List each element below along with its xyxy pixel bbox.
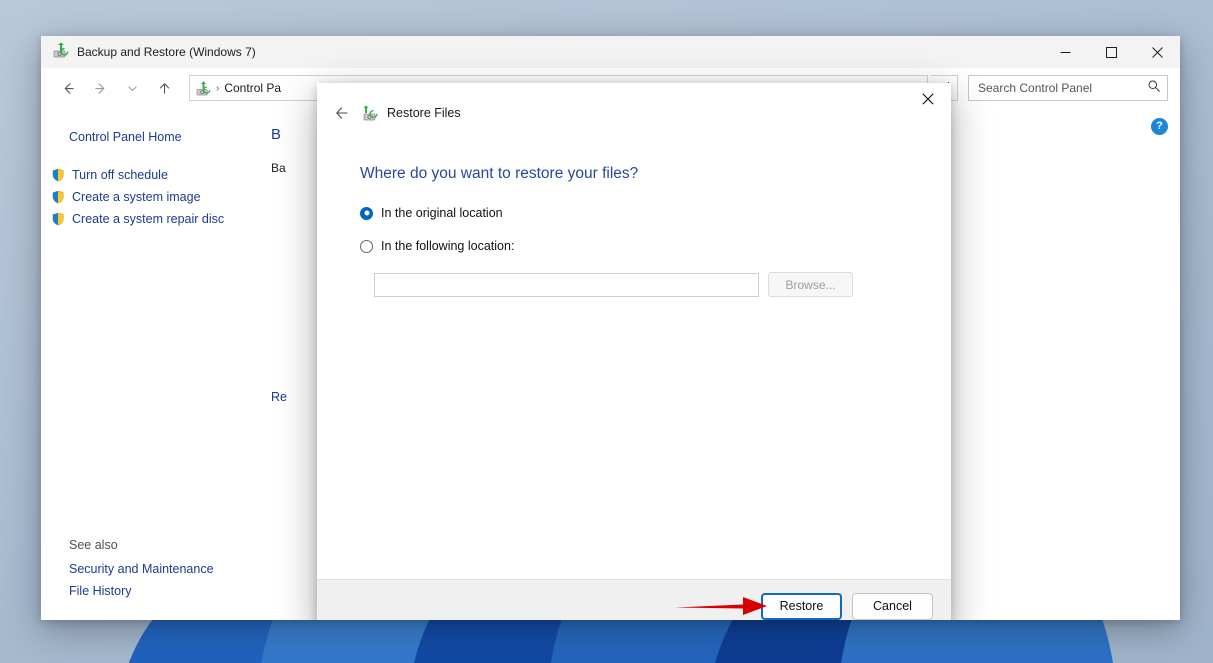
- restore-files-icon: [362, 105, 378, 121]
- restore-files-dialog: Restore Files Where do you want to resto…: [317, 83, 951, 620]
- sidebar-item-label: Create a system image: [72, 190, 201, 204]
- radio-option-following-location[interactable]: In the following location:: [360, 239, 917, 253]
- window-controls: [1042, 36, 1180, 68]
- dialog-close-icon[interactable]: [905, 83, 951, 115]
- minimize-button[interactable]: [1042, 36, 1088, 68]
- see-also-section: See also Security and Maintenance File H…: [41, 534, 269, 602]
- restore-section-label: Re: [271, 390, 287, 404]
- red-arrow-annotation-icon: [673, 593, 769, 619]
- sidebar-item-control-panel-home[interactable]: Control Panel Home: [41, 126, 269, 148]
- path-row: Browse...: [374, 272, 917, 297]
- close-button[interactable]: [1134, 36, 1180, 68]
- radio-option-original-location[interactable]: In the original location: [360, 206, 917, 220]
- sidebar-item-create-a-system-repair-disc[interactable]: Create a system repair disc: [41, 208, 269, 230]
- sidebar-item-label: Create a system repair disc: [72, 212, 224, 226]
- browse-button[interactable]: Browse...: [768, 272, 853, 297]
- radio-button-selected[interactable]: [360, 207, 373, 220]
- desktop-background: Backup and Restore (Windows 7): [0, 0, 1213, 663]
- radio-button-unselected[interactable]: [360, 240, 373, 253]
- sidebar-item-turn-off-schedule[interactable]: Turn off schedule: [41, 164, 269, 186]
- window-titlebar: Backup and Restore (Windows 7): [41, 36, 1180, 68]
- help-icon[interactable]: ?: [1151, 118, 1168, 135]
- sidebar-item-label: Turn off schedule: [72, 168, 168, 182]
- maximize-button[interactable]: [1088, 36, 1134, 68]
- dialog-back-button[interactable]: [331, 102, 353, 124]
- back-button[interactable]: [53, 73, 83, 103]
- dialog-content: Where do you want to restore your files?…: [317, 143, 951, 579]
- backup-restore-icon: [53, 42, 69, 63]
- radio-label: In the original location: [381, 206, 503, 220]
- breadcrumb-text[interactable]: Control Pa: [224, 81, 281, 95]
- search-input[interactable]: [978, 81, 1143, 95]
- titlebar-left-group: Backup and Restore (Windows 7): [41, 42, 256, 63]
- sidebar-item-security-and-maintenance[interactable]: Security and Maintenance: [41, 558, 269, 580]
- shield-icon: [51, 168, 65, 182]
- control-panel-window: Backup and Restore (Windows 7): [41, 36, 1180, 620]
- radio-label: In the following location:: [381, 239, 514, 253]
- recent-locations-chevron-down-icon[interactable]: [117, 73, 147, 103]
- dialog-footer: Restore Cancel: [317, 579, 951, 620]
- up-button[interactable]: [149, 73, 179, 103]
- sidebar-item-file-history[interactable]: File History: [41, 580, 269, 602]
- dialog-title: Restore Files: [387, 106, 461, 120]
- dialog-header: Restore Files: [317, 83, 951, 143]
- dialog-question: Where do you want to restore your files?: [360, 165, 917, 183]
- sidebar-item-create-a-system-image[interactable]: Create a system image: [41, 186, 269, 208]
- search-icon: [1147, 79, 1161, 98]
- window-title: Backup and Restore (Windows 7): [77, 45, 256, 59]
- breadcrumb-backup-restore-icon: [196, 81, 211, 96]
- cancel-button[interactable]: Cancel: [852, 593, 933, 620]
- see-also-heading: See also: [41, 534, 269, 558]
- restore-path-input[interactable]: [374, 273, 759, 297]
- forward-button[interactable]: [85, 73, 115, 103]
- search-box[interactable]: [968, 75, 1168, 101]
- shield-icon: [51, 212, 65, 226]
- sidebar: Control Panel Home Turn off schedule Cre…: [41, 108, 269, 620]
- breadcrumb-separator: ›: [216, 83, 219, 94]
- shield-icon: [51, 190, 65, 204]
- restore-button[interactable]: Restore: [761, 593, 842, 620]
